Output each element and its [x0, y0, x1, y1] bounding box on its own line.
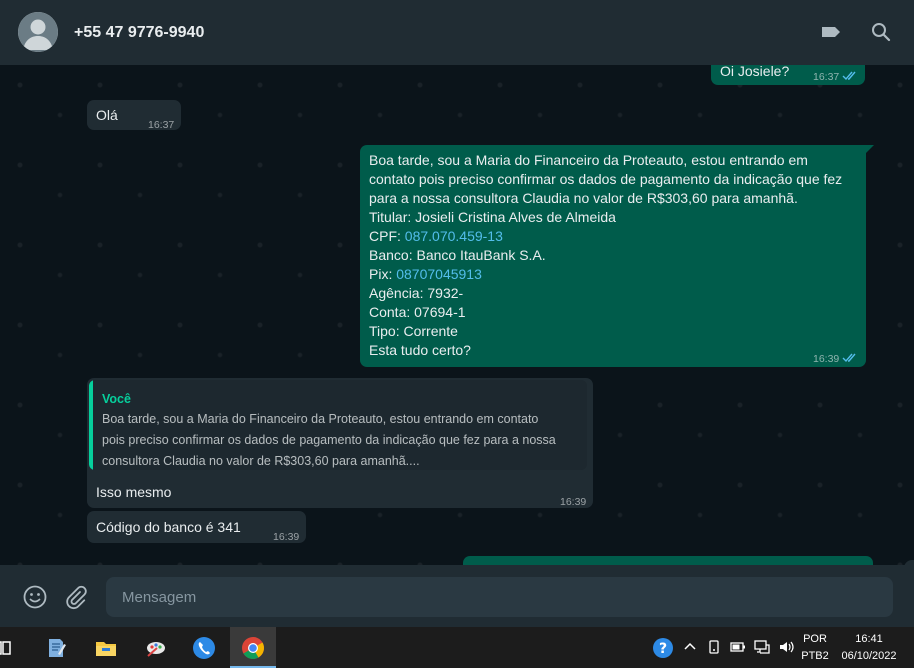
- double-check-icon: [842, 352, 858, 363]
- message-line: Esta tudo certo?: [369, 342, 471, 358]
- network-icon[interactable]: [753, 638, 771, 656]
- message-out-partial[interactable]: [463, 556, 873, 565]
- chevron-up-icon[interactable]: [681, 638, 699, 656]
- help-icon[interactable]: ?: [652, 637, 674, 659]
- message-line: Boa tarde, sou a Maria do Financeiro da …: [369, 152, 808, 168]
- layout-label: PTB2: [801, 650, 829, 662]
- paperclip-icon[interactable]: [63, 584, 89, 610]
- label-tag-icon[interactable]: [819, 20, 843, 44]
- language-label: POR: [803, 633, 827, 645]
- message-out[interactable]: Boa tarde, sou a Maria do Financeiro da …: [360, 145, 866, 367]
- cpf-link[interactable]: 087.070.459-13: [405, 228, 503, 244]
- quote-bar: [89, 380, 93, 470]
- windows-taskbar: ? POR PTB2 16:41 06/10/2022: [0, 627, 914, 668]
- message-time: 16:39: [560, 496, 587, 508]
- contact-name[interactable]: +55 47 9776-9940: [74, 24, 204, 42]
- quote-line: consultora Claudia no valor de R$303,60 …: [102, 454, 420, 468]
- message-in[interactable]: Código do banco é 341 16:39: [87, 511, 306, 543]
- paint-icon[interactable]: [133, 627, 179, 668]
- message-in-reply[interactable]: Você Boa tarde, sou a Maria do Financeir…: [87, 378, 593, 508]
- message-line: Conta: 07694-1: [369, 304, 466, 320]
- message-line: Tipo: Corrente: [369, 323, 458, 339]
- task-view-icon[interactable]: [0, 627, 12, 668]
- compose-bar: [0, 565, 914, 627]
- phone-app-icon[interactable]: [181, 627, 227, 668]
- message-out[interactable]: Oi Josiele? 16:37: [711, 65, 865, 85]
- quoted-message[interactable]: Você Boa tarde, sou a Maria do Financeir…: [89, 380, 587, 470]
- quote-text: Boa tarde, sou a Maria do Financeiro da …: [102, 409, 582, 470]
- emoji-icon[interactable]: [22, 584, 48, 610]
- pix-line: Pix: 08707045913: [369, 265, 859, 284]
- message-time: 16:37: [813, 68, 858, 87]
- message-text: Oi Josiele?: [720, 65, 790, 79]
- double-check-icon: [842, 70, 858, 81]
- volume-icon[interactable]: [777, 638, 795, 656]
- pix-label: Pix:: [369, 266, 397, 282]
- chat-header[interactable]: +55 47 9776-9940: [0, 0, 914, 65]
- input-language[interactable]: POR PTB2: [800, 632, 830, 663]
- pix-link[interactable]: 08707045913: [396, 266, 482, 282]
- battery-icon[interactable]: [729, 638, 747, 656]
- svg-text:?: ?: [659, 641, 667, 657]
- message-line: para a nossa consultora Claudia no valor…: [369, 190, 798, 206]
- message-input[interactable]: [106, 577, 893, 617]
- location-icon[interactable]: [705, 638, 723, 656]
- message-in[interactable]: Olá 16:37: [87, 100, 181, 131]
- clock-time: 16:41: [855, 633, 883, 645]
- cpf-label: CPF:: [369, 228, 405, 244]
- message-time: 16:39: [813, 350, 858, 369]
- quote-line: Boa tarde, sou a Maria do Financeiro da …: [102, 412, 539, 426]
- search-icon[interactable]: [869, 20, 893, 44]
- quote-author: Você: [102, 392, 131, 406]
- notepad-icon[interactable]: [33, 627, 79, 668]
- message-line: Agência: 7932-: [369, 285, 464, 301]
- message-text: Código do banco é 341: [96, 519, 241, 535]
- clock[interactable]: 16:41 06/10/2022: [836, 632, 902, 663]
- clock-date: 06/10/2022: [841, 650, 897, 662]
- message-time: 16:37: [148, 119, 175, 131]
- message-line: Banco: Banco ItauBank S.A.: [369, 247, 546, 263]
- chrome-icon[interactable]: [230, 627, 276, 668]
- message-line: Titular: Josieli Cristina Alves de Almei…: [369, 209, 616, 225]
- default-avatar-icon[interactable]: [18, 12, 58, 52]
- message-list[interactable]: Oi Josiele? 16:37 Olá 16:37 Boa tarde, s…: [0, 65, 914, 565]
- message-line: contato pois preciso confirmar os dados …: [369, 171, 843, 187]
- bubble-tail: [866, 145, 874, 153]
- cpf-line: CPF: 087.070.459-13: [369, 227, 859, 246]
- quote-line: pois preciso confirmar os dados de pagam…: [102, 433, 556, 447]
- file-explorer-icon[interactable]: [83, 627, 129, 668]
- message-text: Isso mesmo: [96, 484, 172, 500]
- message-time: 16:39: [273, 531, 300, 543]
- message-text: Olá: [96, 107, 118, 123]
- message-body: Boa tarde, sou a Maria do Financeiro da …: [369, 151, 859, 360]
